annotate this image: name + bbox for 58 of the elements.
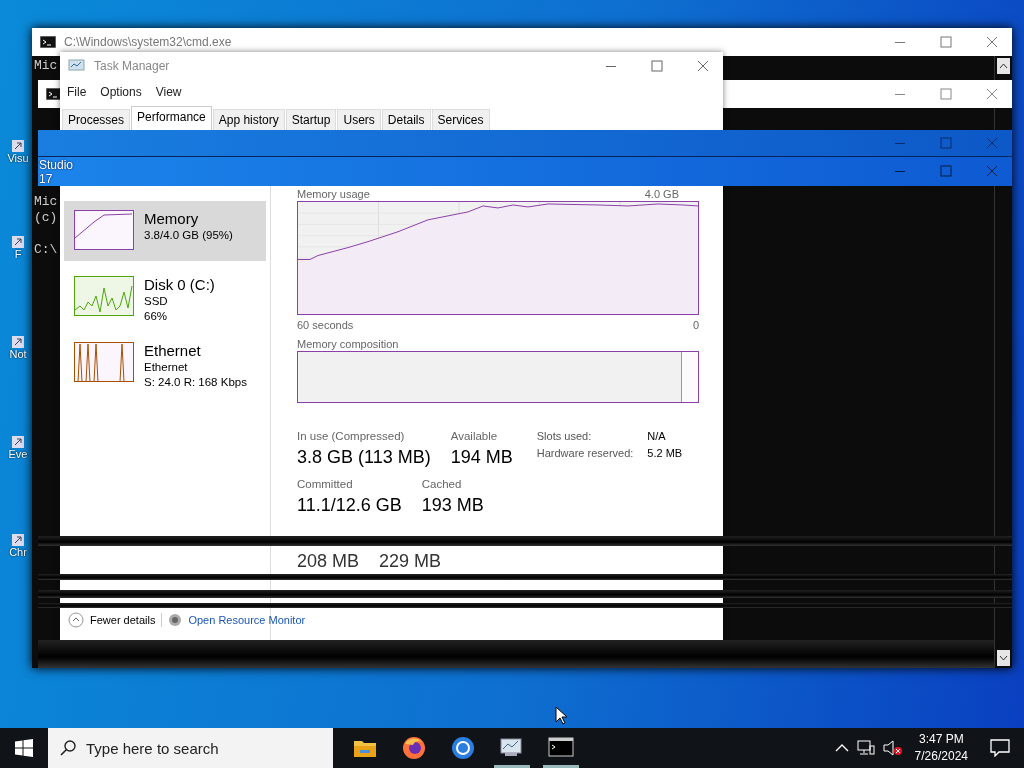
stat-label: In use (Compressed) bbox=[297, 429, 406, 444]
menu-item[interactable]: Options bbox=[100, 85, 142, 99]
item-detail: 3.8/4.0 GB (95%) bbox=[144, 228, 233, 243]
stat-value: 3.8 GB (113 MB) bbox=[297, 446, 431, 469]
desktop-icon-label[interactable]: F bbox=[14, 248, 22, 260]
stat-label: Cached bbox=[421, 477, 463, 492]
stat-value: 194 MB bbox=[450, 446, 513, 469]
item-detail: Ethernet bbox=[144, 360, 189, 375]
resource-monitor-link[interactable]: Open Resource Monitor bbox=[188, 614, 306, 626]
item-detail: S: 24.0 R: 168 Kbps bbox=[144, 375, 247, 390]
axis-label: 0 bbox=[692, 318, 699, 332]
stat-label: Committed bbox=[297, 477, 354, 492]
item-detail: SSD bbox=[144, 294, 169, 309]
detail-value: N/A bbox=[647, 429, 667, 444]
menu-item[interactable]: View bbox=[155, 85, 182, 99]
desktop-icon-label[interactable]: Chr bbox=[9, 546, 27, 558]
tab[interactable]: Performance bbox=[131, 106, 212, 130]
tab[interactable]: Details bbox=[381, 109, 431, 130]
graph-title: Memory usage bbox=[297, 187, 370, 201]
console-text: (c) bbox=[34, 210, 58, 226]
desktop-icon-label[interactable]: Visu bbox=[7, 152, 29, 164]
window-title: C:\Windows\system32\cmd.exe bbox=[64, 35, 232, 49]
sidebar-item[interactable]: Memory 3.8/4.0 GB (95%) bbox=[64, 201, 266, 261]
sidebar-item[interactable]: Disk 0 (C:) SSD 66% bbox=[64, 267, 266, 327]
console-text: C:\ bbox=[34, 242, 58, 258]
axis-label: 60 seconds bbox=[297, 318, 354, 332]
item-detail: 66% bbox=[144, 309, 169, 324]
clock-date[interactable]: 7/26/2024 bbox=[914, 748, 968, 765]
item-title: Memory bbox=[144, 210, 200, 228]
stat-label: Available bbox=[450, 429, 499, 444]
desktop-icon-label[interactable]: Not bbox=[9, 348, 27, 360]
console-text: Mic bbox=[34, 194, 58, 210]
stat-value: 193 MB bbox=[421, 494, 484, 517]
tab[interactable]: Processes bbox=[62, 109, 131, 130]
item-title: Disk 0 (C:) bbox=[144, 276, 215, 294]
search-field[interactable]: Type here to search bbox=[48, 728, 333, 768]
stat-value: 208 MB bbox=[297, 550, 360, 573]
desktop-icon-label[interactable]: Eve bbox=[8, 448, 28, 460]
window-title: Task Manager bbox=[94, 59, 170, 73]
tab[interactable]: Startup bbox=[285, 109, 337, 130]
console-text: Mic bbox=[34, 58, 58, 74]
tab[interactable]: App history bbox=[212, 109, 285, 130]
graph-title: Memory composition bbox=[297, 337, 399, 351]
icon-label: Studio bbox=[39, 158, 74, 172]
tab[interactable]: Users bbox=[337, 109, 381, 130]
icon-label: 17 bbox=[39, 172, 54, 186]
fewer-details-link[interactable]: Fewer details bbox=[90, 614, 156, 626]
detail-label: Slots used: bbox=[536, 429, 593, 444]
sidebar-item[interactable]: Ethernet Ethernet S: 24.0 R: 168 Kbps bbox=[64, 333, 266, 393]
stat-value: 11.1/12.6 GB bbox=[297, 494, 402, 517]
detail-label: Hardware reserved: bbox=[536, 446, 634, 461]
stat-value: 229 MB bbox=[379, 550, 442, 573]
item-title: Ethernet bbox=[144, 342, 202, 360]
tab[interactable]: Services bbox=[431, 109, 490, 130]
menu-item[interactable]: File bbox=[67, 85, 87, 99]
detail-value: 5.2 MB bbox=[647, 446, 683, 461]
graph-max: 4.0 GB bbox=[644, 187, 679, 201]
clock-time[interactable]: 3:47 PM bbox=[918, 731, 964, 748]
